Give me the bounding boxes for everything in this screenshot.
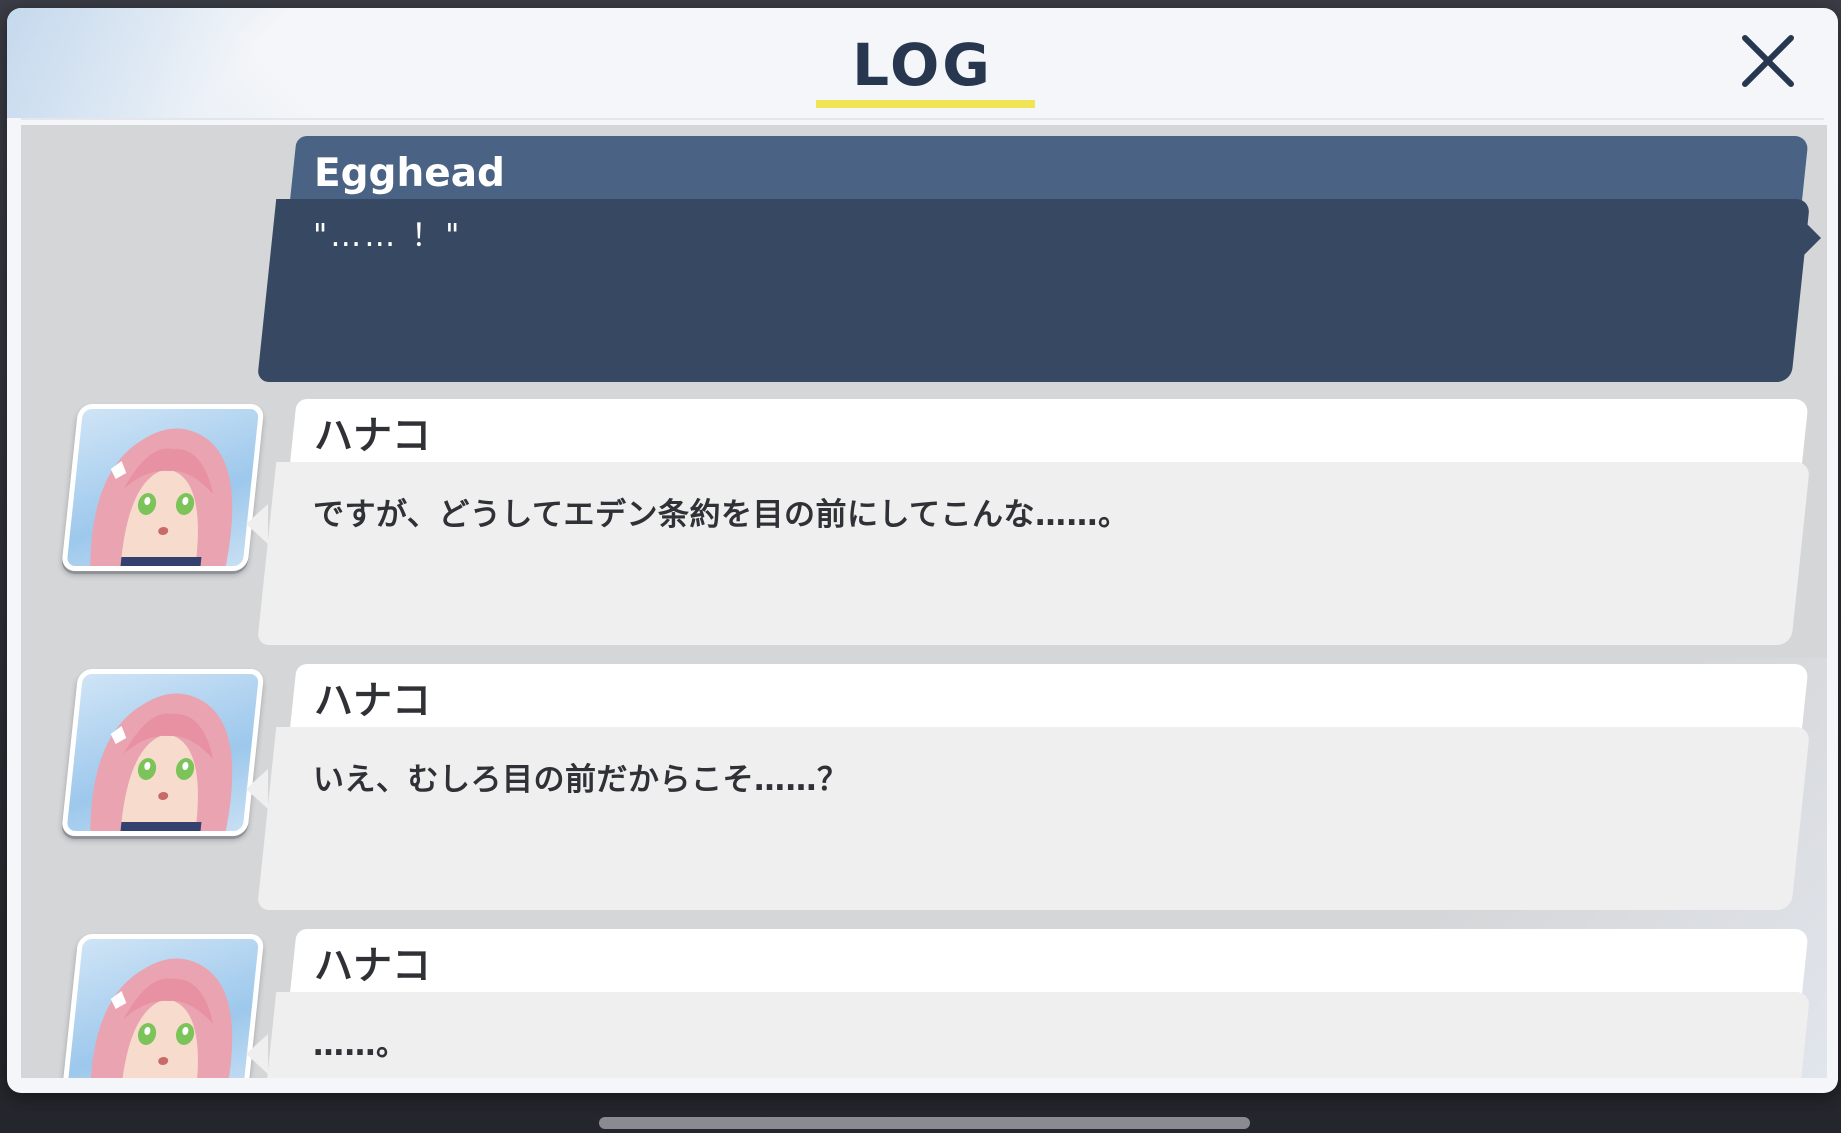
log-entry: Egghead "…… ！" — [21, 136, 1827, 386]
hanako-portrait-icon — [90, 958, 233, 1078]
close-icon — [1742, 35, 1794, 87]
log-entry: ハナコ いえ、むしろ目の前だからこそ……？ — [21, 664, 1827, 914]
bubble-pointer — [246, 504, 268, 544]
character-avatar — [61, 934, 265, 1078]
bubble-pointer — [246, 769, 268, 809]
dialogue-bubble — [257, 199, 1811, 382]
log-entry: ハナコ ……。 — [21, 929, 1827, 1078]
home-indicator[interactable] — [599, 1117, 1250, 1129]
dialogue-text: ……。 — [313, 1027, 408, 1063]
bubble-pointer — [246, 1034, 268, 1074]
hanako-portrait-icon — [90, 693, 233, 834]
dialogue-bubble — [257, 992, 1811, 1078]
dialogue-bubble — [257, 727, 1811, 910]
header-divider — [21, 118, 1824, 120]
character-avatar — [61, 404, 265, 571]
hanako-portrait-icon — [90, 428, 233, 569]
log-list[interactable]: Egghead "…… ！" ハナコ ですが、どうしてエデン条約を目の前にしてこ… — [21, 125, 1827, 1078]
log-header: LOG — [7, 8, 1838, 111]
dialogue-bubble — [257, 462, 1811, 645]
speaker-name: ハナコ — [314, 944, 432, 989]
speaker-name: ハナコ — [314, 414, 432, 459]
log-window: LOG Egghead "…… ！" ハナコ ですが、どうしてエデン条約を目の前… — [7, 8, 1838, 1093]
log-entry: ハナコ ですが、どうしてエデン条約を目の前にしてこんな……。 — [21, 399, 1827, 649]
title-underline — [816, 100, 1035, 108]
close-button[interactable] — [1737, 30, 1799, 92]
character-avatar — [61, 669, 265, 836]
dialogue-text: "…… ！" — [313, 218, 463, 254]
dialogue-text: ですが、どうしてエデン条約を目の前にしてこんな……。 — [313, 497, 1130, 533]
speaker-name: Egghead — [314, 151, 505, 196]
bubble-pointer — [1799, 216, 1821, 260]
speaker-name: ハナコ — [314, 679, 432, 724]
log-title: LOG — [852, 31, 993, 99]
dialogue-text: いえ、むしろ目の前だからこそ……？ — [313, 762, 849, 798]
